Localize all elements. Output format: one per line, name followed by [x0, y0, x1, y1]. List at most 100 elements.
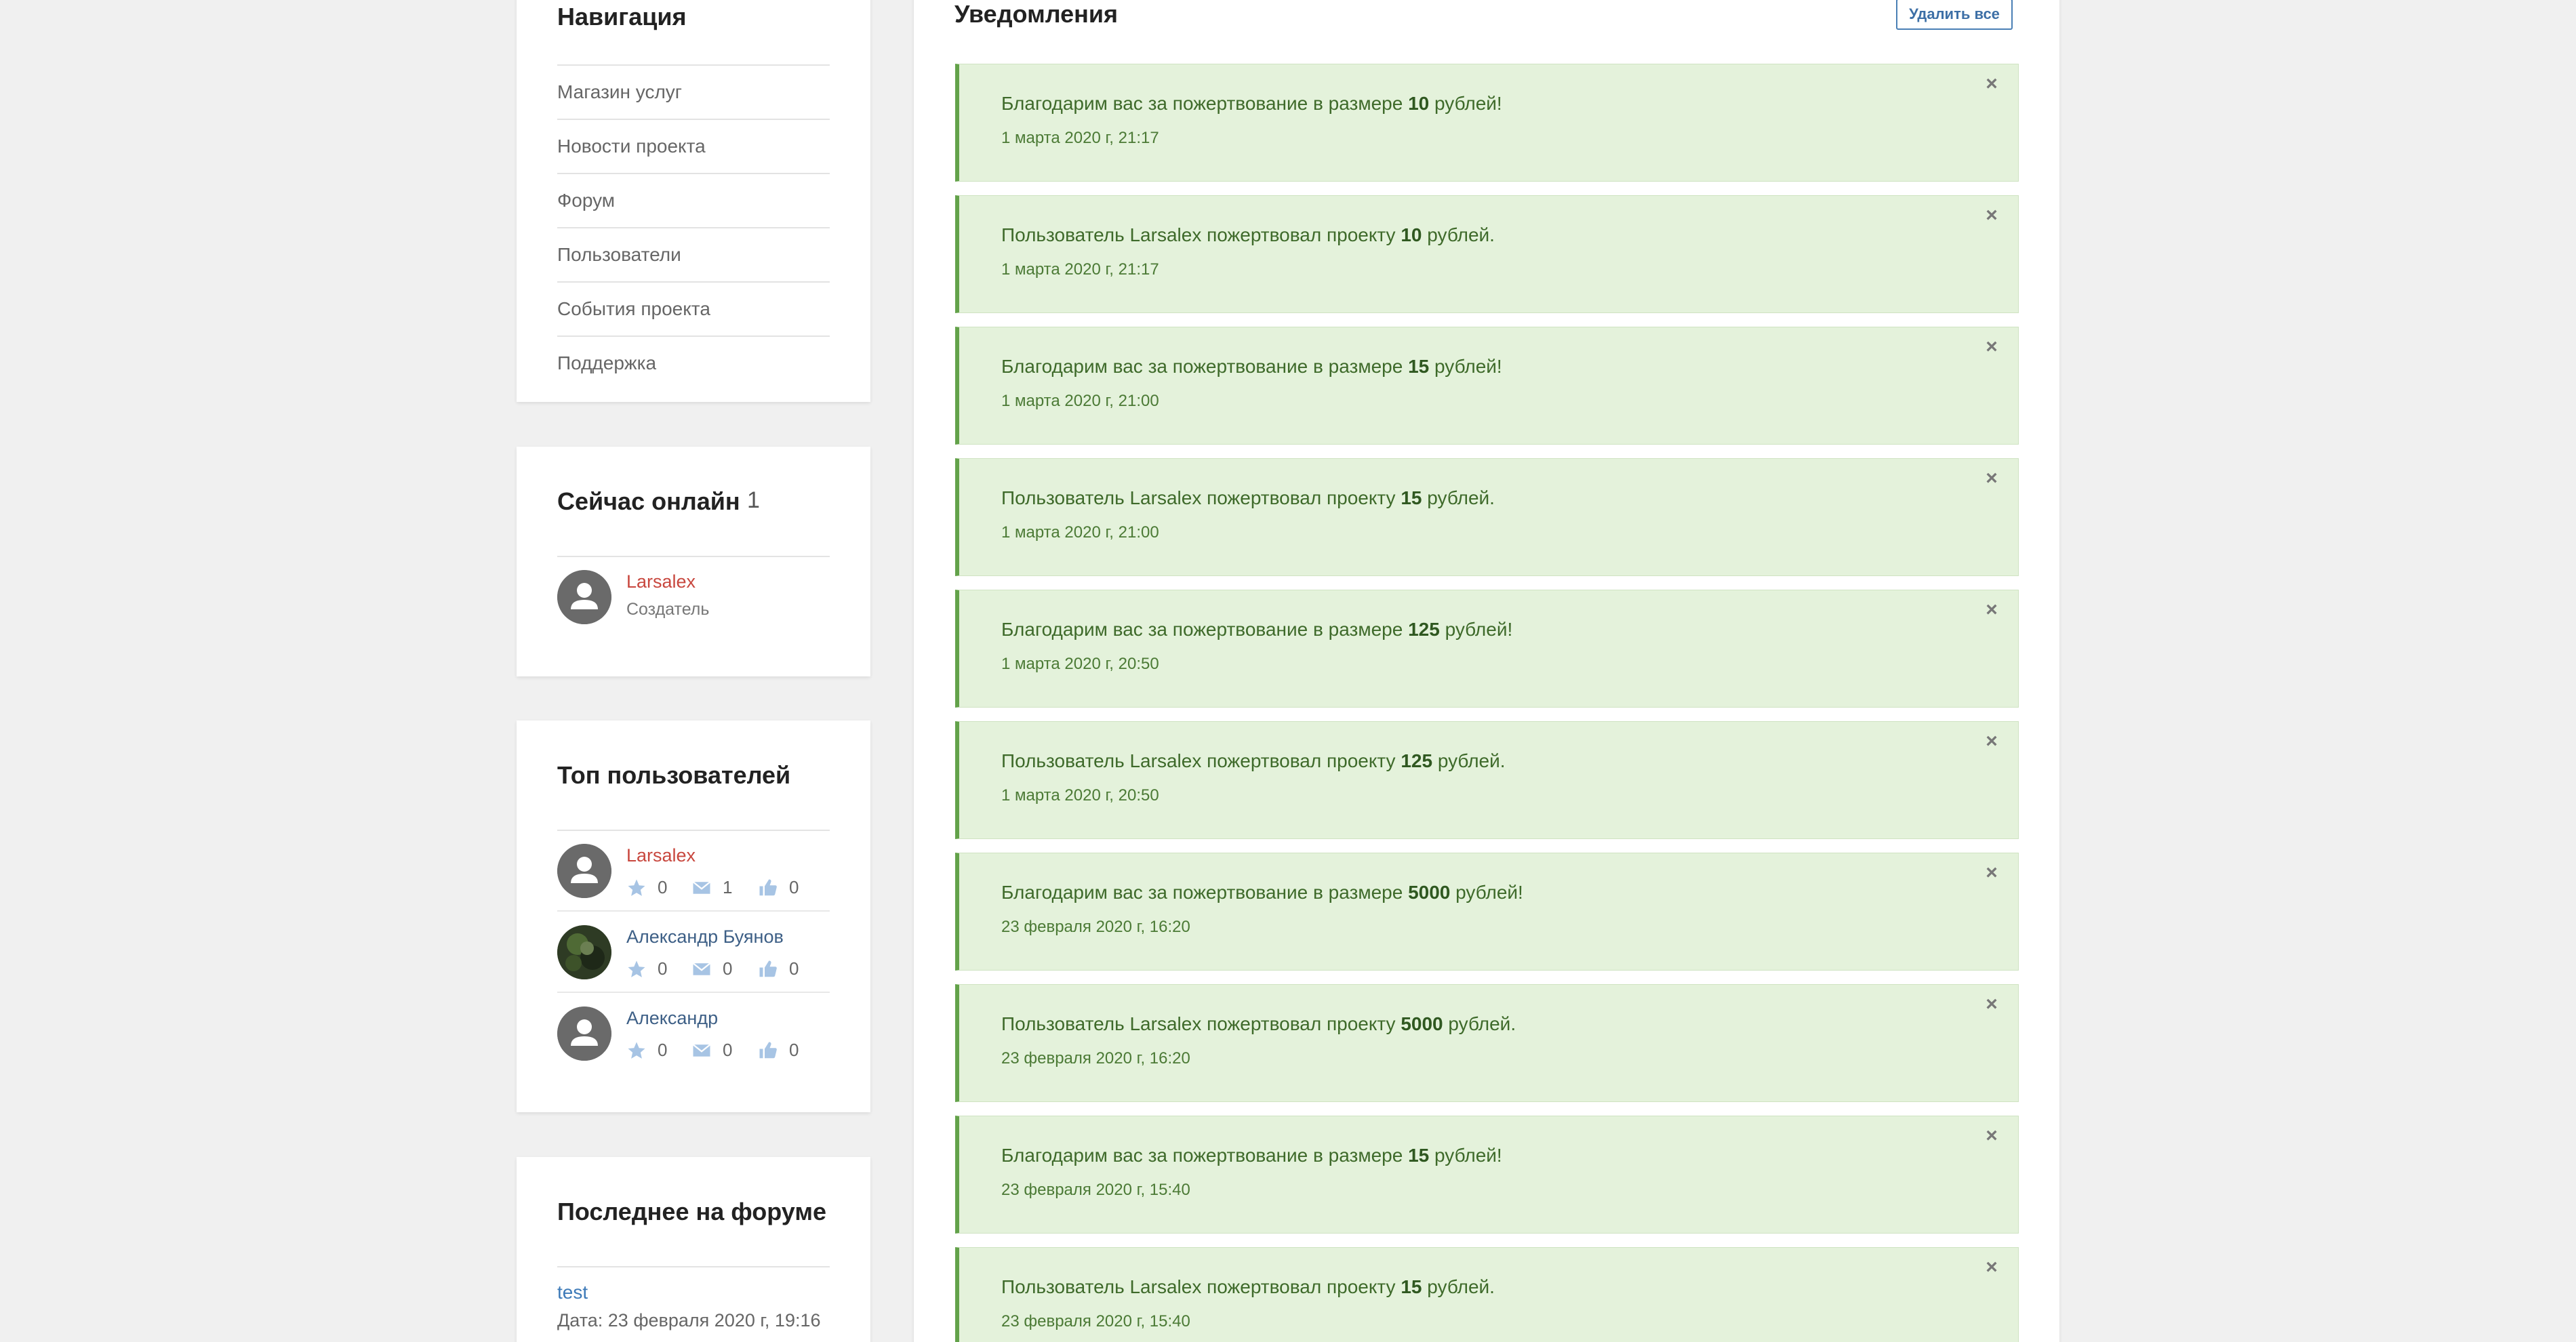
message-text: рублей!	[1429, 1145, 1502, 1166]
notification-message: Благодарим вас за пожертвование в размер…	[1001, 882, 1523, 903]
notification-time: 1 марта 2020 г, 21:17	[1001, 260, 1159, 279]
notification-item: Благодарим вас за пожертвование в размер…	[955, 327, 2019, 445]
envelope-icon	[692, 880, 711, 894]
top-users-widget: Топ пользователей Larsalex 0 1 0 Алексан…	[517, 720, 870, 1112]
nav-item-forum[interactable]: Форум	[557, 173, 830, 227]
nav-item-project-news[interactable]: Новости проекта	[557, 119, 830, 173]
message-text: Благодарим вас за пожертвование в размер…	[1001, 356, 1409, 377]
messages-count: 1	[723, 877, 733, 897]
nav-item-support[interactable]: Поддержка	[557, 336, 830, 390]
stars-count: 0	[658, 877, 668, 897]
top-user-messages: 1	[691, 877, 732, 898]
donation-amount: 10	[1401, 224, 1422, 245]
top-user-likes: 0	[758, 1040, 799, 1061]
close-icon[interactable]: ×	[1980, 204, 2003, 227]
message-text: Пользователь Larsalex пожертвовал проект…	[1001, 224, 1401, 245]
message-text: рублей!	[1429, 356, 1502, 377]
message-text: Благодарим вас за пожертвование в размер…	[1001, 882, 1409, 903]
notification-message: Пользователь Larsalex пожертвовал проект…	[1001, 224, 1495, 246]
nav-item-services-shop[interactable]: Магазин услуг	[557, 64, 830, 119]
notification-message: Благодарим вас за пожертвование в размер…	[1001, 1145, 1502, 1166]
notification-time: 23 февраля 2020 г, 15:40	[1001, 1181, 1190, 1199]
notification-message: Пользователь Larsalex пожертвовал проект…	[1001, 1013, 1516, 1035]
divider	[557, 556, 830, 557]
donation-amount: 125	[1408, 619, 1440, 640]
notification-time: 23 февраля 2020 г, 16:20	[1001, 918, 1190, 936]
divider	[557, 992, 830, 993]
online-count: 1	[747, 487, 760, 513]
divider	[557, 1266, 830, 1267]
thumbs-up-icon	[759, 960, 777, 977]
notification-message: Благодарим вас за пожертвование в размер…	[1001, 619, 1512, 640]
likes-count: 0	[789, 877, 799, 897]
message-text: рублей.	[1422, 224, 1495, 245]
close-icon[interactable]: ×	[1980, 598, 2003, 622]
user-photo-avatar[interactable]	[557, 925, 611, 979]
thumbs-up-icon	[759, 1042, 777, 1058]
donation-amount: 15	[1401, 487, 1422, 508]
message-text: Благодарим вас за пожертвование в размер…	[1001, 1145, 1409, 1166]
donation-amount: 5000	[1401, 1013, 1443, 1034]
star-icon	[628, 879, 645, 896]
message-text: рублей.	[1422, 487, 1495, 508]
donation-amount: 15	[1401, 1276, 1422, 1297]
close-icon[interactable]: ×	[1980, 993, 2003, 1016]
close-icon[interactable]: ×	[1980, 1124, 2003, 1147]
notifications-title: Уведомления	[954, 0, 1118, 28]
donation-amount: 15	[1408, 356, 1430, 377]
message-text: рублей!	[1450, 882, 1523, 903]
top-user-stars: 0	[626, 1040, 667, 1061]
close-icon[interactable]: ×	[1980, 467, 2003, 490]
notification-time: 1 марта 2020 г, 21:00	[1001, 523, 1159, 542]
notification-time: 23 февраля 2020 г, 16:20	[1001, 1049, 1190, 1068]
top-user-messages: 0	[691, 1040, 732, 1061]
star-icon	[628, 1042, 645, 1059]
default-user-avatar-icon[interactable]	[557, 844, 611, 898]
notification-time: 1 марта 2020 г, 20:50	[1001, 786, 1159, 805]
close-icon[interactable]: ×	[1980, 730, 2003, 753]
notification-item: Пользователь Larsalex пожертвовал проект…	[955, 1247, 2019, 1342]
donation-amount: 10	[1408, 93, 1430, 114]
top-user-name[interactable]: Александр	[626, 1008, 718, 1029]
top-user-stars: 0	[626, 958, 667, 979]
top-user-messages: 0	[691, 958, 732, 979]
close-icon[interactable]: ×	[1980, 336, 2003, 359]
default-user-avatar-icon[interactable]	[557, 570, 611, 624]
forum-latest-widget: Последнее на форуме test Дата: 23 феврал…	[517, 1157, 870, 1342]
nav-item-users[interactable]: Пользователи	[557, 227, 830, 281]
top-user-likes: 0	[758, 958, 799, 979]
message-text: Пользователь Larsalex пожертвовал проект…	[1001, 1276, 1401, 1297]
message-text: рублей.	[1432, 750, 1506, 771]
stars-count: 0	[658, 1040, 668, 1060]
notification-item: Благодарим вас за пожертвование в размер…	[955, 1116, 2019, 1234]
message-text: рублей.	[1443, 1013, 1516, 1034]
messages-count: 0	[723, 1040, 733, 1060]
forum-topic-link[interactable]: test	[557, 1282, 588, 1303]
forum-title: Последнее на форуме	[557, 1198, 826, 1225]
notification-message: Пользователь Larsalex пожертвовал проект…	[1001, 1276, 1495, 1298]
online-user-name[interactable]: Larsalex	[626, 571, 696, 592]
likes-count: 0	[789, 1040, 799, 1060]
nav-item-project-events[interactable]: События проекта	[557, 281, 830, 336]
close-icon[interactable]: ×	[1980, 1256, 2003, 1279]
donation-amount: 15	[1408, 1145, 1430, 1166]
close-icon[interactable]: ×	[1980, 861, 2003, 884]
online-widget: Сейчас онлайн 1 Larsalex Создатель	[517, 447, 870, 676]
message-text: Пользователь Larsalex пожертвовал проект…	[1001, 1013, 1401, 1034]
envelope-icon	[692, 1043, 711, 1057]
stars-count: 0	[658, 958, 668, 979]
online-user-role: Создатель	[626, 600, 710, 619]
delete-all-button[interactable]: Удалить все	[1896, 0, 2013, 30]
top-user-stars: 0	[626, 877, 667, 898]
top-user-likes: 0	[758, 877, 799, 898]
notification-item: Пользователь Larsalex пожертвовал проект…	[955, 984, 2019, 1102]
thumbs-up-icon	[759, 879, 777, 895]
message-text: рублей.	[1422, 1276, 1495, 1297]
top-user-name[interactable]: Larsalex	[626, 845, 696, 866]
notification-time: 1 марта 2020 г, 21:00	[1001, 392, 1159, 410]
notifications-panel: Уведомления Удалить все Благодарим вас з…	[914, 0, 2059, 1342]
close-icon[interactable]: ×	[1980, 73, 2003, 96]
default-user-avatar-icon[interactable]	[557, 1006, 611, 1061]
forum-topic-date: Дата: 23 февраля 2020 г, 19:16	[557, 1310, 821, 1330]
top-user-name[interactable]: Александр Буянов	[626, 927, 784, 948]
